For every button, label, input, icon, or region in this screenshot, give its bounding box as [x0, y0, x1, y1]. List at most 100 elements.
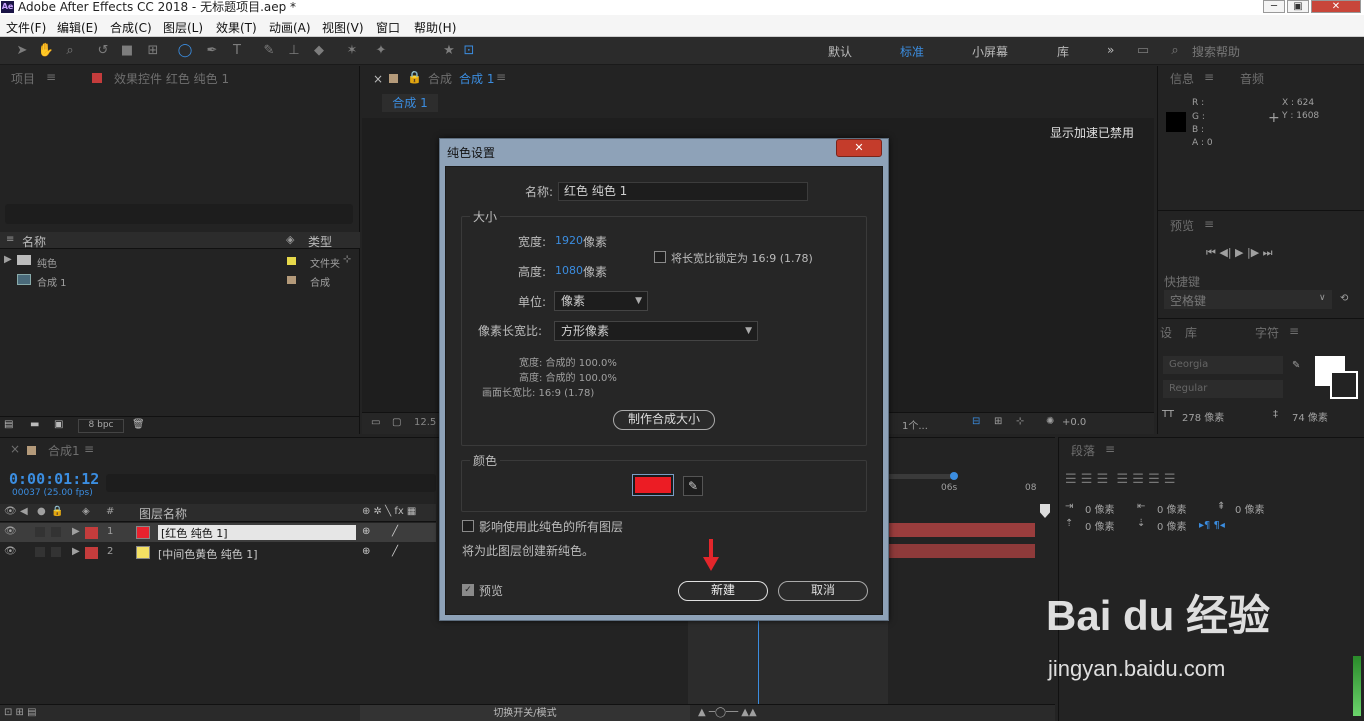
- shy-icon[interactable]: ⊕: [362, 526, 370, 537]
- selection-tool-icon[interactable]: ➤: [13, 42, 31, 60]
- shy-icon[interactable]: ⊕: [362, 546, 370, 557]
- quality-icon[interactable]: ╱: [392, 546, 398, 557]
- new-comp-icon[interactable]: ▣: [54, 419, 63, 430]
- exposure-value[interactable]: +0.0: [1062, 417, 1086, 428]
- col-type[interactable]: 类型: [308, 233, 332, 250]
- direction-icon[interactable]: ▸¶ ¶◂: [1199, 520, 1225, 531]
- indent-right-value[interactable]: 0 像素: [1157, 501, 1187, 516]
- menu-window[interactable]: 窗口: [376, 19, 400, 36]
- menu-help[interactable]: 帮助(H): [414, 19, 456, 36]
- font-size-value[interactable]: 278 像素: [1182, 409, 1224, 424]
- rotate-tool-icon[interactable]: ↺: [94, 42, 112, 60]
- panel-menu-icon[interactable]: ≡: [496, 70, 506, 84]
- fast-preview-icon[interactable]: ⊟: [972, 416, 980, 427]
- col-name[interactable]: 名称: [22, 233, 46, 250]
- indent-left-value[interactable]: 0 像素: [1085, 501, 1115, 516]
- close-tab-icon[interactable]: ×: [10, 442, 20, 456]
- eyedropper-icon[interactable]: ✎: [683, 476, 703, 496]
- name-input[interactable]: 红色 纯色 1: [558, 182, 808, 201]
- table-row[interactable]: 👁 ▶ 1 [红色 纯色 1] ⊕ ╱: [0, 523, 436, 542]
- comp-subtab[interactable]: 合成 1: [382, 94, 438, 112]
- switch-mode-toggle[interactable]: 切换开关/模式: [360, 705, 690, 721]
- stamp-tool-icon[interactable]: ⊥: [285, 42, 303, 60]
- current-timecode[interactable]: 0:00:01:12: [9, 470, 99, 488]
- expand-arrow-icon[interactable]: ▶: [72, 546, 80, 557]
- tab-character[interactable]: 字符: [1255, 324, 1279, 341]
- comp-flow-icon[interactable]: ⊡ ⊞ ▤: [4, 707, 37, 718]
- workspace-library[interactable]: 库: [1057, 43, 1069, 60]
- close-tab-icon[interactable]: ×: [373, 72, 383, 86]
- monitor-icon[interactable]: ▢: [392, 417, 401, 428]
- menu-composition[interactable]: 合成(C): [110, 19, 152, 36]
- close-window-button[interactable]: ✕: [1311, 0, 1361, 13]
- maximize-button[interactable]: ▣: [1287, 0, 1309, 13]
- list-item[interactable]: 合成 1 合成: [0, 271, 360, 289]
- comp-tab-lock-icon[interactable]: 🔒: [407, 70, 422, 84]
- audio-tab[interactable]: 音频: [1240, 70, 1264, 87]
- layer-bar[interactable]: [888, 523, 1035, 537]
- zoom-tool-icon[interactable]: ⌕: [61, 42, 79, 60]
- solo-icon[interactable]: ●: [37, 506, 46, 517]
- zoom-level[interactable]: 12.5: [414, 417, 436, 428]
- new-button[interactable]: 新建: [678, 581, 768, 601]
- snap-star-icon[interactable]: ★: [440, 42, 458, 60]
- brush-tool-icon[interactable]: ✎: [260, 42, 278, 60]
- interpret-footage-icon[interactable]: ▤: [4, 419, 13, 430]
- comp-tab[interactable]: 合成 1: [459, 70, 494, 87]
- space-after-value[interactable]: 0 像素: [1157, 518, 1187, 533]
- expand-arrow-icon[interactable]: ▶: [72, 526, 80, 537]
- type-tool-icon[interactable]: T: [228, 42, 246, 60]
- panel-menu-icon[interactable]: ≡: [1105, 442, 1115, 456]
- timeline-tab[interactable]: 合成1: [48, 442, 80, 459]
- paragraph-tab[interactable]: 段落: [1071, 442, 1095, 459]
- height-value[interactable]: 1080: [555, 264, 583, 277]
- menu-view[interactable]: 视图(V): [322, 19, 364, 36]
- audio-icon[interactable]: ◀: [20, 506, 28, 517]
- workspace-more[interactable]: »: [1107, 43, 1114, 57]
- zoom-out-icon[interactable]: ▲ ─◯── ▲▲: [698, 707, 757, 718]
- table-row[interactable]: 👁 ▶ 2 [中间色黄色 纯色 1] ⊕ ╱: [0, 543, 436, 562]
- quality-icon[interactable]: ╱: [392, 526, 398, 537]
- preview-tab[interactable]: 预览: [1170, 217, 1194, 234]
- eye-icon[interactable]: 👁: [4, 546, 17, 557]
- first-line-value[interactable]: 0 像素: [1235, 501, 1265, 516]
- loop-icon[interactable]: ⟲: [1340, 293, 1348, 304]
- dialog-close-button[interactable]: ✕: [836, 139, 882, 157]
- workspace-default[interactable]: 默认: [828, 43, 852, 60]
- col-layer-name[interactable]: 图层名称: [139, 505, 187, 522]
- flowchart-icon[interactable]: ⊹: [343, 254, 351, 265]
- work-area-end[interactable]: [950, 472, 958, 480]
- menu-file[interactable]: 文件(F): [6, 19, 46, 36]
- camera-tool-icon[interactable]: ■: [118, 42, 136, 60]
- project-tab[interactable]: 项目: [11, 70, 35, 87]
- stroke-color-swatch[interactable]: [1330, 371, 1358, 399]
- lock-box[interactable]: [51, 547, 61, 557]
- color-swatch-button[interactable]: [632, 474, 674, 496]
- list-item[interactable]: ▶ 纯色 文件夹 ⊹: [0, 252, 360, 270]
- affect-all-label[interactable]: 影响使用此纯色的所有图层: [479, 518, 623, 535]
- solo-box[interactable]: [35, 547, 45, 557]
- eyedropper-icon[interactable]: ✎: [1292, 360, 1300, 371]
- eraser-tool-icon[interactable]: ◆: [310, 42, 328, 60]
- flowchart-view-icon[interactable]: ⊹: [1016, 416, 1024, 427]
- help-search-input[interactable]: 搜索帮助: [1192, 43, 1240, 60]
- playhead-marker[interactable]: [1040, 504, 1050, 518]
- exposure-icon[interactable]: ✺: [1046, 416, 1054, 427]
- affect-all-checkbox[interactable]: [462, 520, 474, 532]
- make-comp-size-button[interactable]: 制作合成大小: [613, 410, 715, 430]
- solo-box[interactable]: [35, 527, 45, 537]
- panel-menu-icon[interactable]: ≡: [1289, 324, 1299, 338]
- panel-menu-icon[interactable]: ≡: [1204, 70, 1214, 84]
- space-before-value[interactable]: 0 像素: [1085, 518, 1115, 533]
- track-area[interactable]: 06s 08: [888, 468, 1055, 704]
- eye-icon[interactable]: 👁: [4, 526, 17, 537]
- ellipse-tool-icon[interactable]: ◯: [176, 42, 194, 60]
- label-color[interactable]: [85, 527, 98, 539]
- expand-arrow-icon[interactable]: ▶: [4, 254, 12, 265]
- preview-label[interactable]: 预览: [479, 582, 503, 599]
- lock-box[interactable]: [51, 527, 61, 537]
- layer-bar[interactable]: [888, 544, 1035, 558]
- info-tab[interactable]: 信息: [1170, 70, 1194, 87]
- width-value[interactable]: 1920: [555, 234, 583, 247]
- preview-controls-icon[interactable]: ⏮ ◀| ▶ |▶ ⏭: [1206, 246, 1273, 260]
